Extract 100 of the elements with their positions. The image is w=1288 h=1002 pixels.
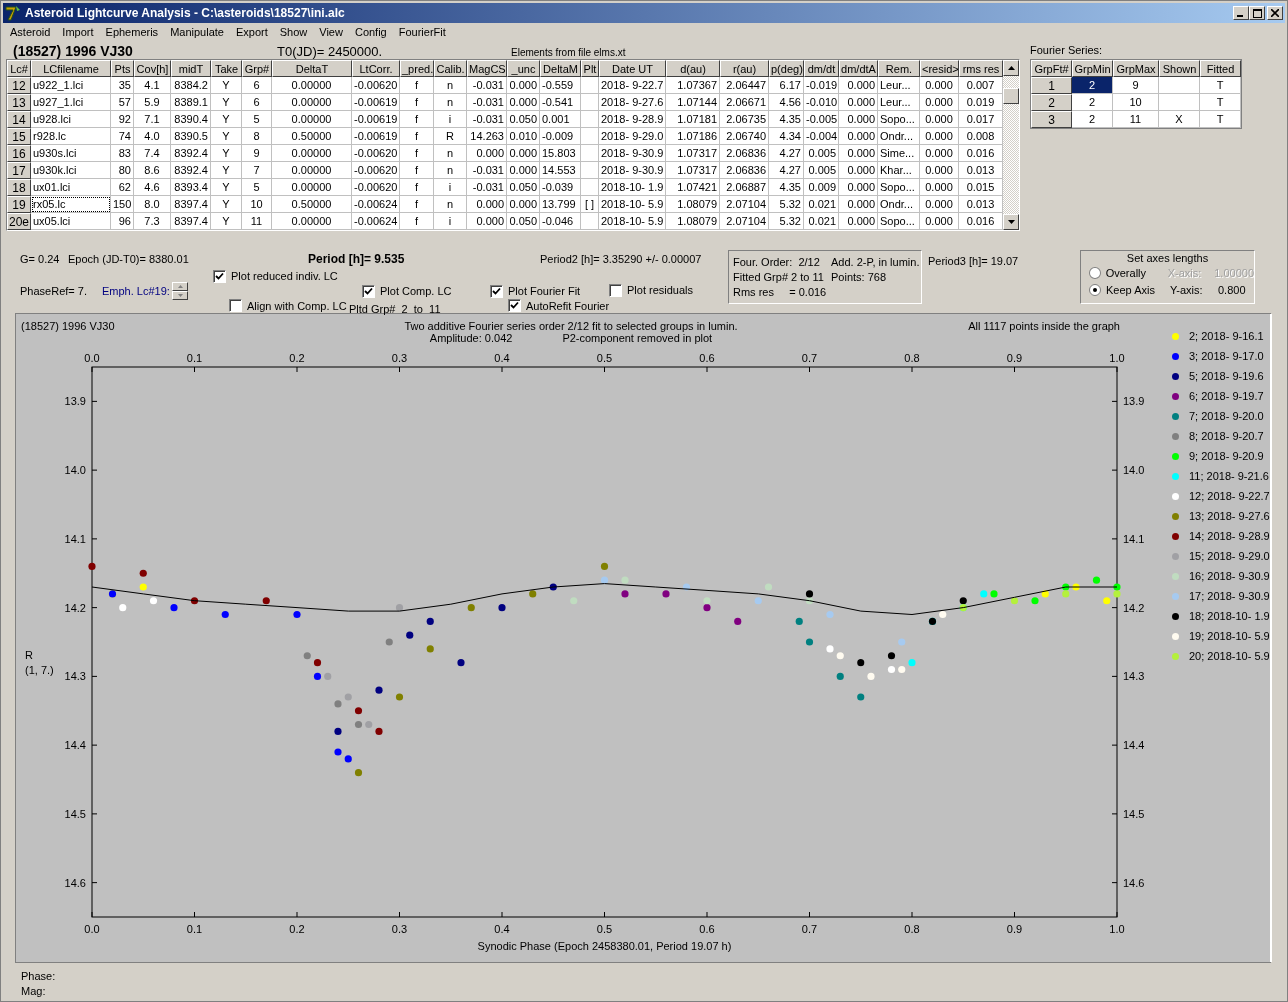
column-header[interactable]: _unc bbox=[507, 60, 540, 77]
column-header[interactable]: Cov[h] bbox=[134, 60, 171, 77]
column-header[interactable]: dm/dtA bbox=[839, 60, 878, 77]
radio-button[interactable] bbox=[1089, 266, 1101, 279]
column-header[interactable]: r(au) bbox=[720, 60, 769, 77]
data-point bbox=[324, 672, 332, 680]
menu-item[interactable]: Import bbox=[56, 26, 100, 38]
period-value: Period [h]= 9.535 bbox=[308, 252, 406, 266]
menu-item[interactable]: Config bbox=[348, 26, 393, 38]
data-point bbox=[467, 604, 475, 612]
maximize-button[interactable] bbox=[1249, 6, 1265, 20]
menu-item[interactable]: View bbox=[313, 26, 349, 38]
column-header[interactable]: Pts bbox=[111, 60, 134, 77]
column-header[interactable]: Fitted bbox=[1200, 60, 1241, 77]
table-cell: 8397.4 bbox=[171, 196, 211, 213]
radio-label[interactable]: Overally bbox=[1105, 266, 1168, 279]
row-header[interactable]: 19 bbox=[7, 196, 31, 213]
data-point bbox=[334, 700, 342, 708]
maximize-icon bbox=[1252, 8, 1262, 18]
fourier-info-text: Add. 2-P, in lumin. bbox=[831, 256, 920, 268]
minimize-button[interactable] bbox=[1233, 6, 1249, 20]
menu-item[interactable]: Export bbox=[229, 26, 274, 38]
row-header[interactable]: 15 bbox=[7, 128, 31, 145]
spin-up-button[interactable] bbox=[172, 282, 188, 291]
menu-item[interactable]: FourierFit bbox=[392, 26, 452, 38]
checkbox-label[interactable]: Plot reduced indiv. LC bbox=[231, 270, 338, 282]
legend-label: 20; 2018-10- 5.9 bbox=[1189, 650, 1270, 662]
column-header[interactable]: DeltaT bbox=[272, 60, 352, 77]
column-header[interactable]: LCfilename bbox=[31, 60, 111, 77]
row-header[interactable]: 16 bbox=[7, 145, 31, 162]
data-point bbox=[1103, 597, 1111, 605]
table-cell: 0.000 bbox=[507, 94, 540, 111]
row-header[interactable]: 13 bbox=[7, 94, 31, 111]
x-tick-label: 0.6 bbox=[699, 923, 715, 935]
scroll-up-button[interactable] bbox=[1003, 60, 1019, 76]
column-header[interactable]: Rem. bbox=[878, 60, 920, 77]
table-cell: 0.000 bbox=[839, 145, 878, 162]
data-point bbox=[313, 672, 322, 680]
column-header[interactable]: GrpMin bbox=[1072, 60, 1113, 77]
table-cell: 0.000 bbox=[920, 94, 959, 111]
row-header[interactable]: 17 bbox=[7, 162, 31, 179]
menu-item[interactable]: Show bbox=[273, 26, 314, 38]
column-header[interactable]: GrpMax bbox=[1113, 60, 1159, 77]
table-cell: 8393.4 bbox=[171, 179, 211, 196]
column-header[interactable]: p(deg) bbox=[769, 60, 804, 77]
checkbox-label[interactable]: Plot residuals bbox=[627, 284, 694, 296]
row-header[interactable]: 3 bbox=[1031, 111, 1072, 128]
checkbox[interactable] bbox=[229, 299, 242, 312]
table-cell: -0.031 bbox=[467, 77, 507, 94]
row-header[interactable]: 20e bbox=[7, 213, 31, 230]
column-header[interactable]: Plt bbox=[581, 60, 599, 77]
column-header[interactable]: Shown bbox=[1159, 60, 1200, 77]
table-cell: u927_1.lci bbox=[31, 94, 111, 111]
x-tick-label: 0.2 bbox=[289, 352, 305, 364]
checkbox-label[interactable]: AutoRefit Fourier bbox=[526, 299, 610, 312]
row-header[interactable]: 2 bbox=[1031, 94, 1072, 111]
column-header[interactable]: MagCS bbox=[467, 60, 507, 77]
column-header[interactable]: Grp# bbox=[242, 60, 272, 77]
column-header[interactable]: Date UT bbox=[599, 60, 666, 77]
column-header[interactable]: GrpFt# bbox=[1031, 60, 1072, 77]
checkbox[interactable] bbox=[213, 269, 226, 283]
column-header[interactable]: rms res bbox=[959, 60, 1003, 77]
radio-button[interactable] bbox=[1089, 283, 1101, 296]
row-header[interactable]: 12 bbox=[7, 77, 31, 94]
radio-label[interactable]: Keep Axis bbox=[1106, 283, 1170, 296]
column-header[interactable]: midT bbox=[171, 60, 211, 77]
menu-item[interactable]: Ephemeris bbox=[99, 26, 165, 38]
column-header[interactable]: <resid> bbox=[920, 60, 959, 77]
column-header[interactable]: Lc# bbox=[7, 60, 31, 77]
scroll-down-button[interactable] bbox=[1003, 214, 1019, 230]
column-header[interactable]: dm/dt bbox=[804, 60, 839, 77]
checkbox-label[interactable]: Plot Fourier Fit bbox=[508, 285, 581, 297]
menu-item[interactable]: Asteroid bbox=[4, 26, 57, 38]
column-header[interactable]: Take bbox=[211, 60, 242, 77]
checkbox[interactable] bbox=[362, 284, 375, 298]
table-cell: R bbox=[434, 128, 467, 145]
checkbox-label[interactable]: Align with Comp. LC bbox=[247, 299, 347, 312]
menu-item[interactable]: Manipulate bbox=[164, 26, 230, 38]
table-cell: 8390.4 bbox=[171, 111, 211, 128]
scroll-thumb[interactable] bbox=[1003, 88, 1019, 104]
close-button[interactable] bbox=[1267, 6, 1283, 20]
row-header[interactable]: 18 bbox=[7, 179, 31, 196]
column-header[interactable]: Calib. bbox=[434, 60, 467, 77]
checkbox[interactable] bbox=[508, 299, 521, 312]
column-header[interactable]: _pred. bbox=[400, 60, 434, 77]
table-cell: -0.00619 bbox=[352, 128, 400, 145]
checkbox[interactable] bbox=[609, 283, 622, 297]
row-header[interactable]: 1 bbox=[1031, 77, 1072, 94]
checkbox-label[interactable]: Plot Comp. LC bbox=[380, 285, 452, 297]
y-tick-label: 14.4 bbox=[1123, 739, 1145, 752]
data-point bbox=[170, 604, 178, 612]
table-cell: n bbox=[434, 77, 467, 94]
table-cell: 5 bbox=[242, 111, 272, 128]
column-header[interactable]: LtCorr. bbox=[352, 60, 400, 77]
column-header[interactable]: DeltaM bbox=[540, 60, 581, 77]
vertical-scrollbar[interactable] bbox=[1003, 60, 1019, 230]
checkbox[interactable] bbox=[490, 284, 503, 298]
spin-down-button[interactable] bbox=[172, 291, 188, 300]
column-header[interactable]: d(au) bbox=[666, 60, 720, 77]
row-header[interactable]: 14 bbox=[7, 111, 31, 128]
